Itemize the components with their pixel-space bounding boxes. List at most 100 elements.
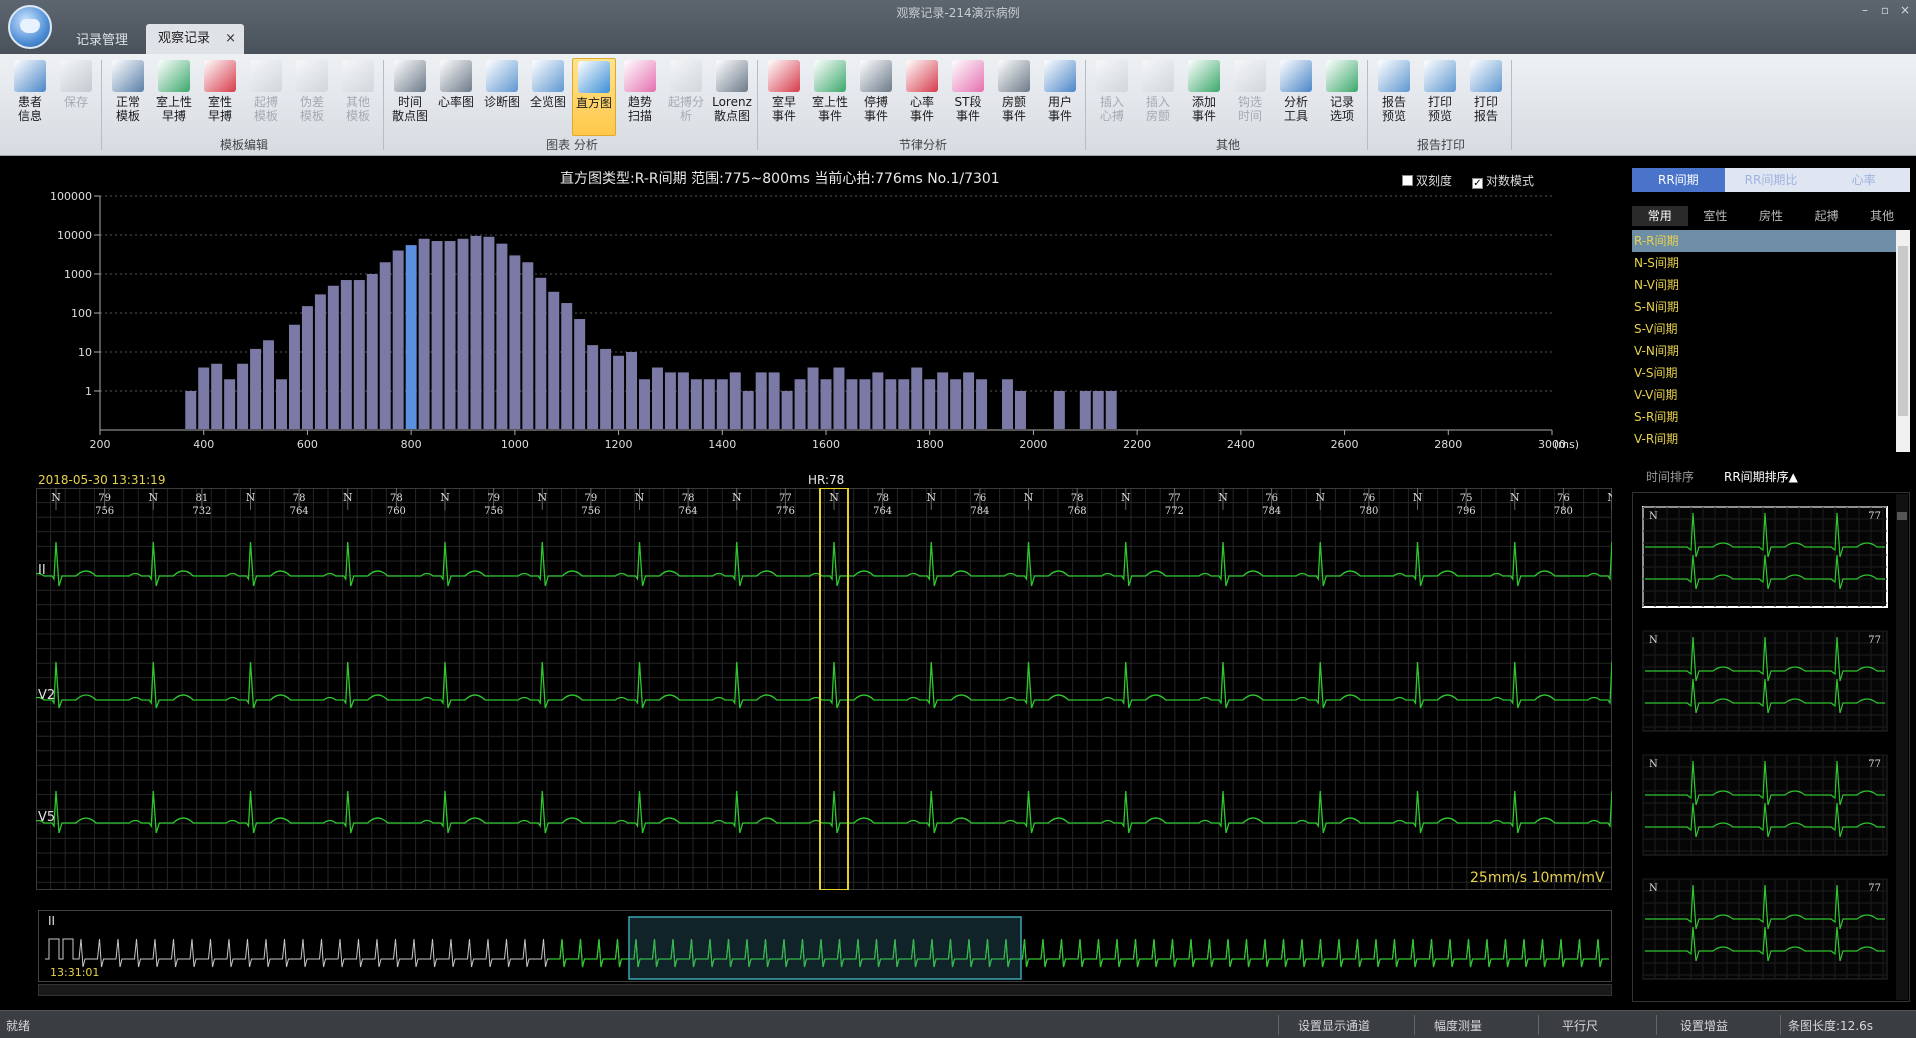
close-tab-icon[interactable]: × xyxy=(225,24,236,54)
user-event-button[interactable]: 用户 事件 xyxy=(1038,58,1082,136)
histogram-bar[interactable] xyxy=(288,324,300,429)
histogram-bar[interactable] xyxy=(211,363,223,429)
overview-strip[interactable] xyxy=(38,910,1612,982)
histogram-bar[interactable] xyxy=(431,241,443,429)
histogram-bar[interactable] xyxy=(924,379,936,429)
insert-af-button[interactable]: 插入 房颤 xyxy=(1136,58,1180,136)
insert-beat-button[interactable]: 插入 心搏 xyxy=(1090,58,1134,136)
histogram-bar[interactable] xyxy=(898,379,910,429)
overview-scrollbar[interactable] xyxy=(38,984,1612,996)
tab-observation-record[interactable]: 观察记录 × xyxy=(146,24,244,54)
histogram-bar[interactable] xyxy=(911,367,923,429)
artifact-template-button[interactable]: 伪差 模板 xyxy=(290,58,334,136)
histogram-bar[interactable] xyxy=(846,379,858,429)
histogram-bar[interactable] xyxy=(535,277,547,429)
histogram-bar[interactable] xyxy=(587,345,599,429)
histogram-bar[interactable] xyxy=(626,352,638,429)
histogram-bar[interactable] xyxy=(651,367,663,429)
histogram-bar[interactable] xyxy=(690,379,702,429)
scrollbar-thumb[interactable] xyxy=(1898,246,1908,416)
ventricular-premature-button[interactable]: 室性 早搏 xyxy=(198,58,242,136)
histogram-bar[interactable] xyxy=(250,348,262,429)
histogram-bar[interactable] xyxy=(444,241,456,429)
add-event-button[interactable]: 添加 事件 xyxy=(1182,58,1226,136)
histogram-bar[interactable] xyxy=(729,372,741,429)
histogram-bar[interactable] xyxy=(353,280,365,429)
beat-list-scrollbar[interactable] xyxy=(1896,494,1908,1000)
double-scale-checkbox-box[interactable] xyxy=(1402,175,1413,186)
ventricular-event-button[interactable]: 室早 事件 xyxy=(762,58,806,136)
interval-list-item[interactable]: V-V间期 xyxy=(1632,384,1896,406)
interval-tab-0[interactable]: RR间期 xyxy=(1632,168,1725,192)
histogram-bar[interactable] xyxy=(561,303,573,429)
histogram-bar[interactable] xyxy=(1014,391,1026,429)
interval-list-scrollbar[interactable] xyxy=(1896,230,1910,452)
close-window-button[interactable]: × xyxy=(1896,2,1914,18)
record-options-button[interactable]: 记录 选项 xyxy=(1320,58,1364,136)
ecg-strip-panel[interactable]: N 79 756 N 81 732 N 78 764 N 78 760 N 79 756 N 79 756 N 78 7… xyxy=(36,488,1612,890)
histogram-bar[interactable] xyxy=(470,235,482,429)
pacing-analysis-button[interactable]: 起搏分析 xyxy=(664,58,708,136)
print-report-button[interactable]: 打印 报告 xyxy=(1464,58,1508,136)
lorenz-scatter-button[interactable]: Lorenz 散点图 xyxy=(710,58,754,136)
histogram-bar[interactable] xyxy=(483,236,495,429)
print-preview-button[interactable]: 打印 预览 xyxy=(1418,58,1462,136)
histogram-bar[interactable] xyxy=(600,348,612,429)
diagnosis-chart-button[interactable]: 诊断图 xyxy=(480,58,524,136)
interval-tab-2[interactable]: 心率 xyxy=(1817,168,1911,192)
select-time-button[interactable]: 钩选 时间 xyxy=(1228,58,1272,136)
histogram-bar[interactable] xyxy=(327,285,339,429)
parallel-ruler-button[interactable]: 平行尺 xyxy=(1562,1017,1598,1034)
category-tab-3[interactable]: 起搏 xyxy=(1799,206,1855,226)
histogram-bar[interactable] xyxy=(522,262,534,429)
interval-tab-1[interactable]: RR间期比 xyxy=(1724,168,1818,192)
patient-info-button[interactable]: 患者 信息 xyxy=(8,58,52,136)
tab-record-management[interactable]: 记录管理 xyxy=(62,28,142,54)
histogram-bar[interactable] xyxy=(716,379,728,429)
interval-list-item[interactable]: V-R间期 xyxy=(1632,428,1896,450)
supraventricular-premature-button[interactable]: 室上性 早搏 xyxy=(152,58,196,136)
histogram-bar[interactable] xyxy=(1092,391,1104,429)
histogram-bar[interactable] xyxy=(509,255,521,429)
amplitude-measure-button[interactable]: 幅度测量 xyxy=(1434,1017,1482,1034)
heart-rate-chart-button[interactable]: 心率图 xyxy=(434,58,478,136)
interval-list-item[interactable]: V-S间期 xyxy=(1632,362,1896,384)
histogram-bar[interactable] xyxy=(781,391,793,429)
histogram-bar[interactable] xyxy=(937,372,949,429)
histogram-bar[interactable] xyxy=(976,379,988,429)
histogram-bar[interactable] xyxy=(263,340,275,429)
heart-rate-event-button[interactable]: 心率 事件 xyxy=(900,58,944,136)
rr-histogram-chart[interactable]: 1 10 100 1000 10000 100000 200 400 600 800 1000 120… xyxy=(0,186,1600,460)
scrollbar-thumb[interactable] xyxy=(1897,512,1907,520)
supraventricular-event-button[interactable]: 室上性 事件 xyxy=(808,58,852,136)
interval-list-item[interactable]: S-R间期 xyxy=(1632,406,1896,428)
category-tab-2[interactable]: 房性 xyxy=(1743,206,1799,226)
pacing-template-button[interactable]: 起搏 模板 xyxy=(244,58,288,136)
histogram-bar[interactable] xyxy=(742,391,754,429)
histogram-bar[interactable] xyxy=(1053,391,1065,429)
histogram-bar[interactable] xyxy=(664,372,676,429)
histogram-bar[interactable] xyxy=(405,245,417,429)
maximize-button[interactable]: ▫ xyxy=(1876,2,1894,18)
report-preview-button[interactable]: 报告 预览 xyxy=(1372,58,1416,136)
histogram-bar[interactable] xyxy=(574,319,586,429)
beat-thumbnail[interactable]: N 77 xyxy=(1642,754,1888,856)
sort-by-time-button[interactable]: 时间排序 xyxy=(1646,468,1694,485)
histogram-bar[interactable] xyxy=(639,379,650,429)
arrest-event-button[interactable]: 停搏 事件 xyxy=(854,58,898,136)
histogram-bar[interactable] xyxy=(301,306,313,429)
category-tab-4[interactable]: 其他 xyxy=(1854,206,1910,226)
histogram-bar[interactable] xyxy=(237,363,249,429)
histogram-bar[interactable] xyxy=(379,262,391,429)
histogram-bar[interactable] xyxy=(613,355,625,429)
histogram-bar[interactable] xyxy=(833,367,845,429)
histogram-bar[interactable] xyxy=(963,372,975,429)
histogram-bar[interactable] xyxy=(794,379,806,429)
histogram-bar[interactable] xyxy=(276,379,287,429)
analysis-tools-button[interactable]: 分析 工具 xyxy=(1274,58,1318,136)
histogram-bar[interactable] xyxy=(677,372,689,429)
histogram-bar[interactable] xyxy=(548,291,560,429)
histogram-bar[interactable] xyxy=(340,280,352,429)
st-segment-event-button[interactable]: ST段 事件 xyxy=(946,58,990,136)
beat-thumbnail[interactable]: N 77 xyxy=(1642,878,1888,980)
